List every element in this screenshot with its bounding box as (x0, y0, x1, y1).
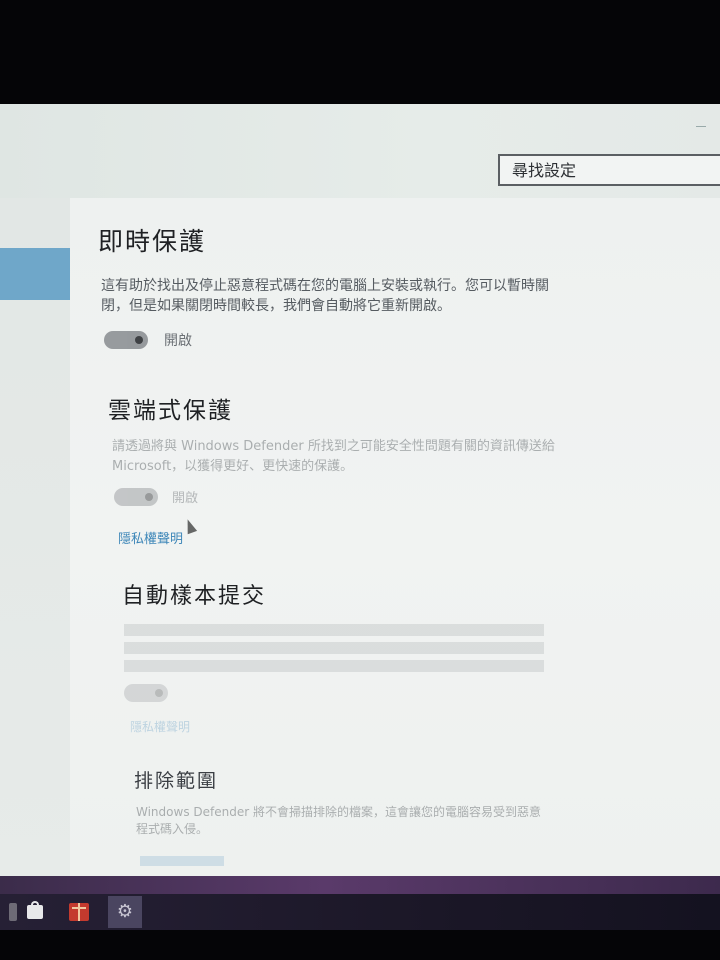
realtime-title: 即時保護 (98, 227, 207, 256)
cloud-privacy-link[interactable]: 隱私權聲明 (118, 528, 183, 547)
sidebar-item-selected[interactable] (0, 248, 74, 300)
minimize-icon[interactable] (696, 126, 706, 127)
gift-button[interactable] (66, 900, 92, 924)
gift-icon (69, 903, 89, 921)
settings-window: 即時保護 這有助於找出及停止惡意程式碼在您的電腦上安裝或執行。您可以暫時關閉，但… (0, 104, 720, 880)
cloud-toggle-label: 開啟 (172, 491, 199, 506)
toggle-knob (155, 689, 163, 697)
edge-icon (9, 903, 17, 921)
toggle-knob (145, 493, 153, 501)
realtime-toggle-label: 開啟 (164, 333, 192, 349)
realtime-toggle[interactable] (104, 331, 148, 349)
store-button[interactable] (22, 900, 48, 924)
settings-button[interactable]: ⚙ (108, 896, 142, 928)
sample-title: 自動樣本提交 (122, 584, 267, 609)
cloud-title: 雲端式保護 (108, 398, 233, 424)
cloud-toggle[interactable] (114, 488, 158, 506)
search-box[interactable] (498, 154, 720, 186)
gear-icon: ⚙ (116, 901, 134, 922)
exclusions-link-blurred[interactable] (140, 856, 224, 866)
toggle-knob (135, 336, 143, 344)
taskbar: ⚙ (0, 894, 720, 930)
cloud-description: 請透過將與 Windows Defender 所找到之可能安全性問題有關的資訊傳… (112, 439, 555, 474)
sample-privacy-link[interactable]: 隱私權聲明 (130, 718, 190, 735)
exclusions-title: 排除範圍 (134, 770, 219, 792)
store-icon (27, 901, 43, 919)
realtime-description: 這有助於找出及停止惡意程式碼在您的電腦上安裝或執行。您可以暫時關閉，但是如果關閉… (101, 278, 549, 314)
search-input[interactable] (500, 156, 720, 184)
title-bar (0, 104, 720, 198)
exclusions-description: Windows Defender 將不會掃描排除的檔案，這會讓您的電腦容易受到惡… (136, 805, 541, 836)
sample-toggle[interactable] (124, 684, 168, 702)
sidebar (0, 198, 74, 880)
sample-description-blurred (124, 624, 544, 676)
taskbar-edge (0, 876, 720, 896)
